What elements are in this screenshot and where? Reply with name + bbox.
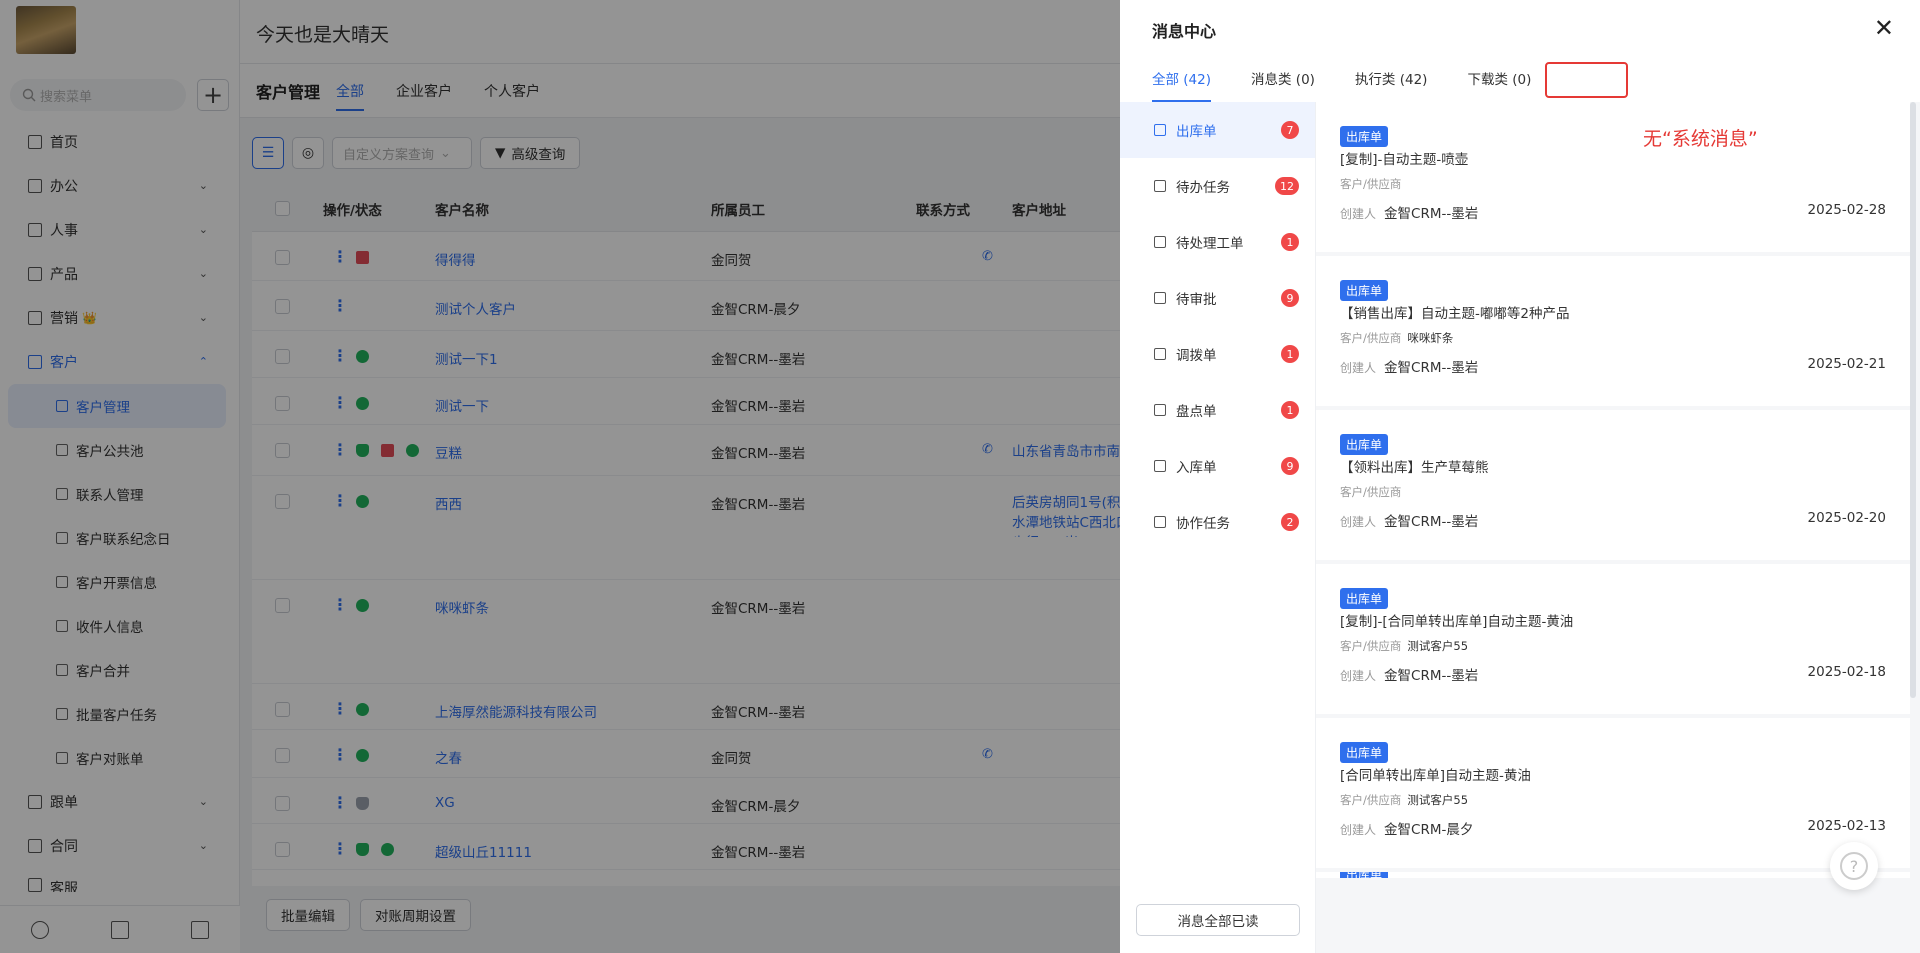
creator-label: 创建人 [1340,515,1377,529]
count-badge: 1 [1281,345,1299,363]
message-category-item[interactable]: 出库单 7 [1120,102,1315,158]
category-icon [1154,236,1166,248]
message-date: 2025-02-13 [1807,818,1886,834]
supplier-label: 客户/供应商 [1340,639,1402,653]
category-label: 协作任务 [1176,516,1230,532]
message-title: [合同单转出库单]自动主题-黄油 [1340,768,1531,784]
message-date: 2025-02-20 [1807,510,1886,526]
creator-value: 金智CRM--墨岩 [1384,668,1479,684]
message-type-tag: 出库单 [1340,280,1389,301]
creator-value: 金智CRM--墨岩 [1384,206,1479,222]
message-title: [复制]-[合同单转出库单]自动主题-黄油 [1340,614,1574,630]
creator-label: 创建人 [1340,669,1377,683]
category-icon [1154,460,1166,472]
supplier-label: 客户/供应商 [1340,793,1402,807]
supplier-row: 客户/供应商 [1340,484,1407,500]
creator-row: 创建人 金智CRM-晨夕 [1340,818,1473,838]
category-icon [1154,348,1166,360]
creator-row: 创建人 金智CRM--墨岩 [1340,356,1478,376]
supplier-label: 客户/供应商 [1340,177,1402,191]
drawer-title: 消息中心 [1152,22,1217,41]
supplier-label: 客户/供应商 [1340,485,1402,499]
message-title: 【领料出库】生产草莓熊 [1340,460,1489,476]
message-card[interactable]: 出库单 [1316,872,1910,878]
tab-message-type[interactable]: 消息类 (0) [1251,68,1315,88]
message-category-item[interactable]: 调拨单 1 [1120,326,1315,382]
supplier-label: 客户/供应商 [1340,331,1402,345]
message-title: [复制]-自动主题-喷壶 [1340,152,1469,168]
message-card-list: 出库单 [复制]-自动主题-喷壶 客户/供应商 创建人 金智CRM--墨岩 2025-02… [1316,102,1920,953]
count-badge: 7 [1281,121,1299,139]
message-category-item[interactable]: 协作任务 2 [1120,494,1315,550]
message-category-item[interactable]: 盘点单 1 [1120,382,1315,438]
message-type-tag: 出库单 [1340,742,1389,763]
message-type-tag: 出库单 [1340,126,1389,147]
category-label: 出库单 [1176,124,1217,140]
count-badge: 9 [1281,457,1299,475]
supplier-row: 客户/供应商 咪咪虾条 [1340,330,1453,346]
creator-label: 创建人 [1340,823,1377,837]
tab-download-type[interactable]: 下载类 (0) [1467,68,1531,88]
count-badge: 1 [1281,233,1299,251]
category-icon [1154,292,1166,304]
supplier-value: 咪咪虾条 [1407,331,1454,345]
supplier-value: 测试客户55 [1407,639,1469,653]
message-type-tag: 出库单 [1340,588,1389,609]
message-card[interactable]: 出库单 [复制]-自动主题-喷壶 客户/供应商 创建人 金智CRM--墨岩 2025-02… [1316,102,1910,252]
category-label: 入库单 [1176,460,1217,476]
message-title: 【销售出库】自动主题-嘟嘟等2种产品 [1340,306,1570,322]
creator-row: 创建人 金智CRM--墨岩 [1340,202,1478,222]
count-badge: 2 [1281,513,1299,531]
supplier-value: 测试客户55 [1407,793,1469,807]
category-icon [1154,516,1166,528]
category-icon [1154,124,1166,136]
creator-label: 创建人 [1340,207,1377,221]
message-card[interactable]: 出库单 [合同单转出库单]自动主题-黄油 客户/供应商 测试客户55 创建人 金智CRM-… [1316,718,1910,868]
help-icon: ? [1840,852,1868,880]
message-date: 2025-02-28 [1807,202,1886,218]
message-card[interactable]: 出库单 【销售出库】自动主题-嘟嘟等2种产品 客户/供应商 咪咪虾条 创建人 金智CRM-… [1316,256,1910,406]
tab-all-messages[interactable]: 全部 (42) [1152,68,1212,102]
supplier-row: 客户/供应商 [1340,176,1407,192]
creator-value: 金智CRM--墨岩 [1384,360,1479,376]
category-label: 待审批 [1176,292,1217,308]
scrollbar[interactable] [1910,102,1916,698]
message-card[interactable]: 出库单 【领料出库】生产草莓熊 客户/供应商 创建人 金智CRM--墨岩 2025-02-… [1316,410,1910,560]
modal-overlay[interactable] [0,0,1120,953]
creator-row: 创建人 金智CRM--墨岩 [1340,510,1478,530]
mark-all-read-button[interactable]: 消息全部已读 [1136,904,1300,936]
category-icon [1154,404,1166,416]
creator-value: 金智CRM-晨夕 [1384,822,1474,838]
message-date: 2025-02-21 [1807,356,1886,372]
message-category-item[interactable]: 入库单 9 [1120,438,1315,494]
category-label: 待办任务 [1176,180,1230,196]
annotation-highlight-box [1545,62,1628,98]
message-date: 2025-02-18 [1807,664,1886,680]
message-category-item[interactable]: 待办任务 12 [1120,158,1315,214]
message-type-tag: 出库单 [1340,434,1389,455]
supplier-row: 客户/供应商 测试客户55 [1340,792,1468,808]
supplier-row: 客户/供应商 测试客户55 [1340,638,1468,654]
message-category-item[interactable]: 待处理工单 1 [1120,214,1315,270]
message-category-list: 出库单 7 待办任务 12 待处理工单 1 待审批 9 调拨单 1 盘点单 1 入库单 9 协作任务 2 [1120,102,1316,953]
message-tabs: 全部 (42) 消息类 (0) 执行类 (42) 下载类 (0) [1152,68,1531,102]
creator-value: 金智CRM--墨岩 [1384,514,1479,530]
category-label: 盘点单 [1176,404,1217,420]
category-label: 待处理工单 [1176,236,1244,252]
count-badge: 12 [1275,177,1299,195]
message-category-item[interactable]: 待审批 9 [1120,270,1315,326]
annotation-text: 无“系统消息” [1643,128,1758,150]
category-icon [1154,180,1166,192]
count-badge: 9 [1281,289,1299,307]
help-button[interactable]: ? [1830,842,1878,890]
tab-execution-type[interactable]: 执行类 (42) [1355,68,1428,88]
category-label: 调拨单 [1176,348,1217,364]
message-card[interactable]: 出库单 [复制]-[合同单转出库单]自动主题-黄油 客户/供应商 测试客户55 创建人金… [1316,564,1910,714]
creator-row: 创建人 金智CRM--墨岩 [1340,664,1478,684]
creator-label: 创建人 [1340,361,1377,375]
close-icon[interactable]: ✕ [1874,16,1894,40]
message-type-tag: 出库单 [1340,872,1389,878]
count-badge: 1 [1281,401,1299,419]
